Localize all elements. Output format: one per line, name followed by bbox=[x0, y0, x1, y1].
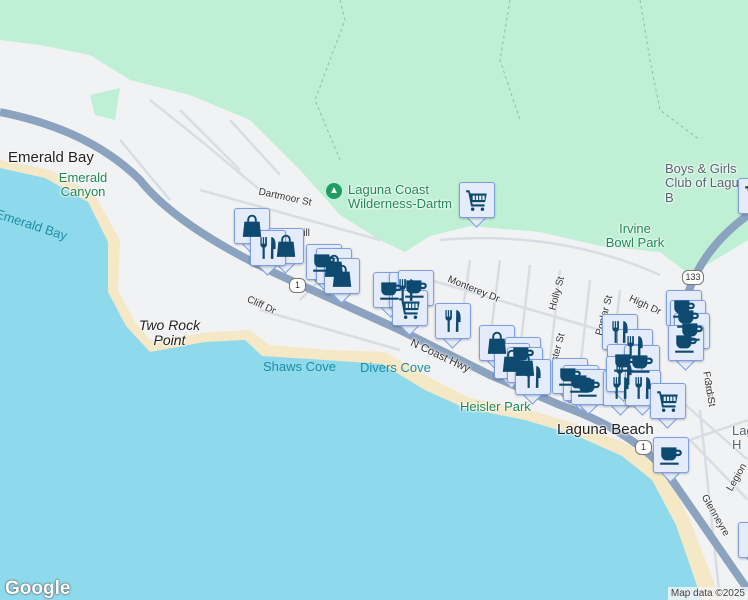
marker-box bbox=[392, 290, 428, 326]
place-label: Laguna Beach bbox=[557, 421, 654, 438]
map-marker-shop[interactable] bbox=[324, 258, 360, 304]
coffee-icon bbox=[673, 330, 699, 356]
place-label: Emerald Bay bbox=[8, 149, 94, 166]
map-marker-coffee[interactable] bbox=[653, 437, 689, 483]
shopping-cart-icon bbox=[397, 295, 423, 321]
restaurant-icon bbox=[255, 235, 281, 261]
map-marker-restaurant[interactable] bbox=[738, 522, 748, 568]
map-marker-restaurant[interactable] bbox=[435, 303, 471, 349]
map-marker-cart[interactable] bbox=[392, 290, 428, 336]
marker-box bbox=[653, 437, 689, 473]
google-logo: Google bbox=[5, 578, 71, 599]
map-marker-coffee[interactable] bbox=[668, 325, 704, 371]
shopping-bag-icon bbox=[329, 263, 355, 289]
map-marker-restaurant[interactable] bbox=[250, 230, 286, 276]
shopping-cart-icon bbox=[655, 388, 681, 414]
marker-box bbox=[515, 359, 551, 395]
marker-box bbox=[571, 369, 607, 405]
coffee-icon bbox=[658, 442, 684, 468]
map-marker-coffee[interactable] bbox=[571, 369, 607, 415]
shopping-cart-icon bbox=[464, 187, 490, 213]
route-1-shield: 1 bbox=[289, 278, 306, 293]
place-label: Two Rock Point bbox=[138, 317, 201, 349]
marker-box bbox=[650, 383, 686, 419]
coffee-icon bbox=[576, 374, 602, 400]
route-1-shield: 1 bbox=[635, 440, 652, 455]
marker-box bbox=[668, 325, 704, 361]
map-marker-cart[interactable] bbox=[459, 182, 495, 228]
marker-box bbox=[738, 522, 748, 558]
restaurant-icon bbox=[440, 308, 466, 334]
map-marker-cart[interactable] bbox=[738, 178, 748, 224]
map-marker-cart[interactable] bbox=[650, 383, 686, 429]
park-tree-icon[interactable]: ▲ bbox=[326, 183, 342, 199]
marker-box bbox=[738, 178, 748, 214]
park-label: Irvine Bowl Park bbox=[605, 221, 665, 251]
poi-label: Lag H bbox=[732, 423, 748, 453]
restaurant-icon bbox=[630, 375, 656, 401]
map-marker-restaurant[interactable] bbox=[515, 359, 551, 405]
restaurant-icon bbox=[743, 527, 748, 553]
water-label: Divers Cove bbox=[360, 360, 431, 375]
marker-box bbox=[435, 303, 471, 339]
marker-box bbox=[324, 258, 360, 294]
map-attribution[interactable]: Map data ©2025 bbox=[667, 587, 748, 600]
marker-box bbox=[250, 230, 286, 266]
poi-label: Boys & Girls Club of Laguna B bbox=[665, 161, 748, 205]
route-133-shield: 133 bbox=[682, 270, 704, 285]
park-label[interactable]: Laguna Coast Wilderness-Dartm bbox=[348, 183, 468, 213]
water-label: Shaws Cove bbox=[263, 359, 336, 374]
marker-box bbox=[459, 182, 495, 218]
place-label: Emerald Canyon bbox=[58, 170, 108, 200]
shopping-cart-icon bbox=[743, 183, 748, 209]
restaurant-icon bbox=[520, 364, 546, 390]
